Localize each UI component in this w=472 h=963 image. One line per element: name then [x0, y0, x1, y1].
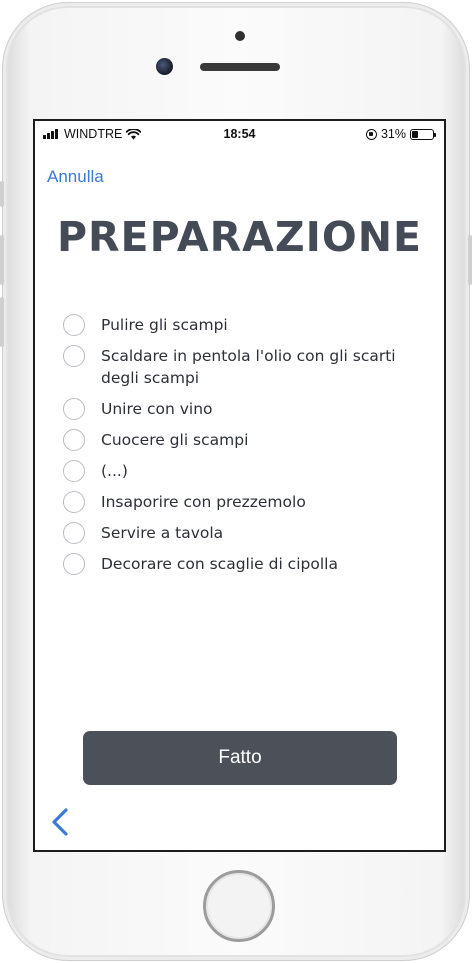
step-label: (...) — [101, 462, 128, 480]
step-item[interactable]: Unire con vino — [63, 398, 423, 420]
step-label: Servire a tavola — [101, 524, 224, 542]
step-label: Decorare con scaglie di cipolla — [101, 555, 338, 573]
checkbox-circle-icon[interactable] — [63, 522, 85, 544]
step-item[interactable]: Insaporire con prezzemolo — [63, 491, 423, 513]
earpiece-speaker — [200, 63, 280, 71]
step-item[interactable]: Decorare con scaglie di cipolla — [63, 553, 423, 575]
screen: WINDTRE 18:54 31% Annulla PREPARAZIONE P… — [33, 119, 446, 852]
checkbox-circle-icon[interactable] — [63, 553, 85, 575]
checkbox-circle-icon[interactable] — [63, 314, 85, 336]
step-label: Insaporire con prezzemolo — [101, 493, 306, 511]
step-item[interactable]: Servire a tavola — [63, 522, 423, 544]
home-button[interactable] — [203, 870, 275, 942]
power-button — [468, 235, 472, 285]
step-item[interactable]: Pulire gli scampi — [63, 314, 423, 336]
step-label: Cuocere gli scampi — [101, 431, 249, 449]
step-item[interactable]: (...) — [63, 460, 423, 482]
chevron-left-icon[interactable] — [49, 807, 71, 837]
page-title: PREPARAZIONE — [56, 213, 423, 261]
step-item[interactable]: Cuocere gli scampi — [63, 429, 423, 451]
phone-frame: WINDTRE 18:54 31% Annulla PREPARAZIONE P… — [0, 2, 472, 961]
cancel-button[interactable]: Annulla — [47, 167, 104, 187]
front-camera — [156, 58, 173, 75]
step-item[interactable]: Scaldare in pentola l'olio con gli scart… — [63, 345, 423, 389]
checkbox-circle-icon[interactable] — [63, 398, 85, 420]
done-button[interactable]: Fatto — [83, 731, 397, 785]
status-bar: WINDTRE 18:54 31% — [35, 121, 444, 147]
battery-percent: 31% — [380, 127, 406, 141]
step-label: Unire con vino — [101, 400, 213, 418]
checkbox-circle-icon[interactable] — [63, 491, 85, 513]
status-right: 31% — [365, 127, 436, 141]
rotation-lock-icon — [365, 128, 377, 140]
checkbox-circle-icon[interactable] — [63, 460, 85, 482]
proximity-sensor — [235, 31, 245, 41]
volume-down-button — [0, 297, 4, 347]
checkbox-circle-icon[interactable] — [63, 345, 85, 367]
volume-up-button — [0, 235, 4, 285]
steps-checklist: Pulire gli scampi Scaldare in pentola l'o… — [63, 314, 423, 584]
battery-icon — [410, 128, 436, 140]
mute-switch — [0, 181, 4, 207]
battery-level — [412, 130, 419, 138]
step-label: Pulire gli scampi — [101, 316, 228, 334]
checkbox-circle-icon[interactable] — [63, 429, 85, 451]
step-label: Scaldare in pentola l'olio con gli scart… — [101, 347, 396, 387]
